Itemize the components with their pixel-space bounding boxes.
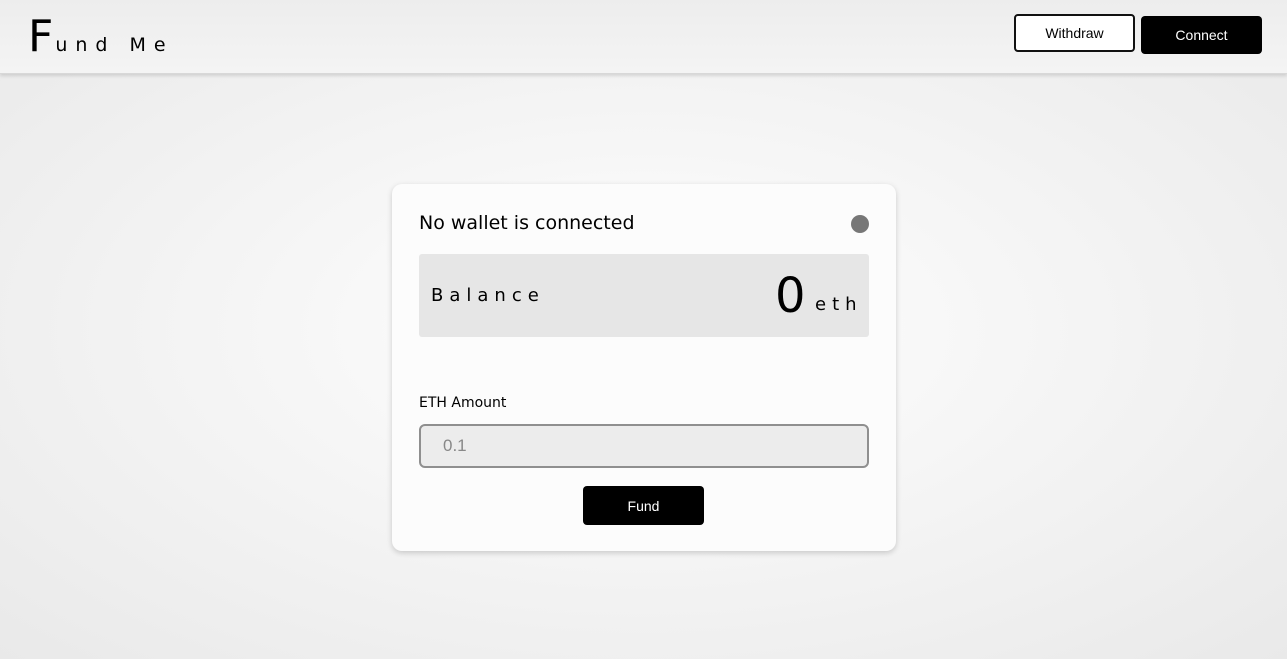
eth-amount-input[interactable] bbox=[419, 424, 869, 468]
fund-button[interactable]: Fund bbox=[583, 486, 704, 525]
fund-card: No wallet is connected Balance 0 eth ETH… bbox=[392, 184, 896, 551]
wallet-status-text: No wallet is connected bbox=[419, 212, 635, 234]
balance-unit: eth bbox=[815, 294, 863, 315]
logo-text: und Me bbox=[55, 34, 174, 56]
app-logo: Fund Me bbox=[28, 12, 174, 70]
balance-label: Balance bbox=[431, 285, 545, 306]
top-bar: Fund Me Withdraw Connect bbox=[0, 0, 1287, 74]
balance-panel: Balance 0 eth bbox=[419, 254, 869, 337]
connect-button[interactable]: Connect bbox=[1141, 16, 1262, 54]
balance-value: 0 bbox=[775, 268, 806, 324]
withdraw-button[interactable]: Withdraw bbox=[1014, 14, 1135, 52]
connection-status-indicator bbox=[851, 215, 869, 233]
logo-initial: F bbox=[28, 11, 54, 62]
eth-amount-label: ETH Amount bbox=[419, 395, 507, 411]
